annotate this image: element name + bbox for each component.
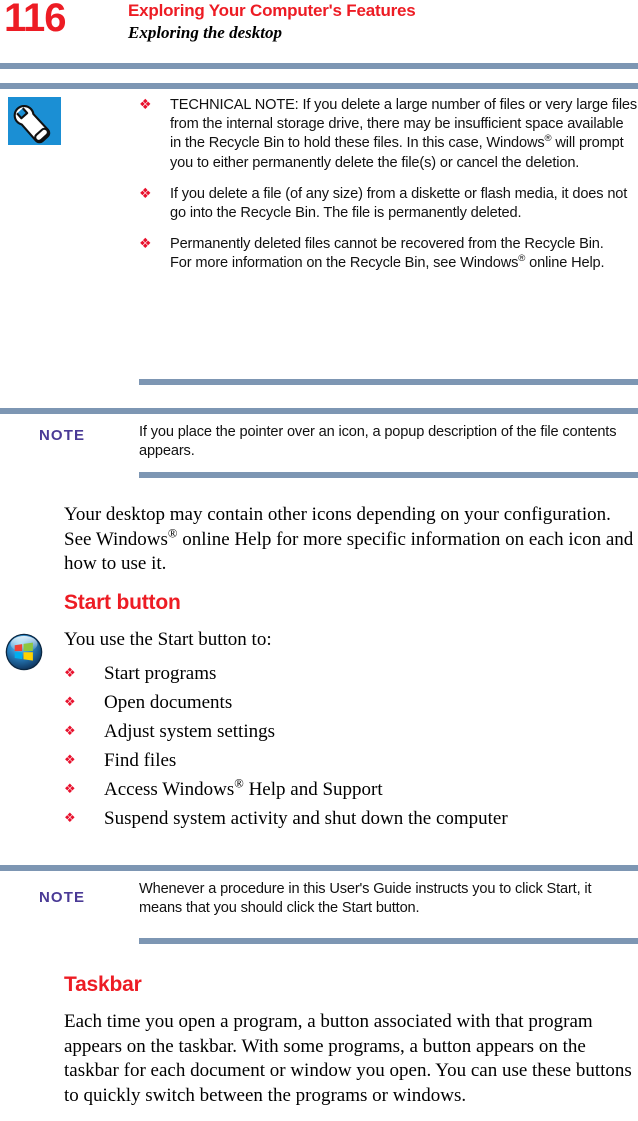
note-one-label: NOTE — [39, 427, 86, 444]
start-button-intro: You use the Start button to: — [64, 629, 272, 650]
start-button-heading: Start button — [64, 591, 181, 614]
technical-note-bullet-1-text: TECHNICAL NOTE: If you delete a large nu… — [170, 97, 638, 171]
technical-note-list: ❖ TECHNICAL NOTE: If you delete a large … — [139, 96, 638, 274]
page-header: 116 Exploring Your Computer's Features E… — [0, 0, 638, 62]
diamond-bullet-icon: ❖ — [64, 782, 76, 797]
note-one-rule-top — [0, 408, 638, 414]
technical-note-bullet-2: ❖ If you delete a file (of any size) fro… — [139, 185, 638, 223]
technical-note-rule-bottom — [139, 379, 638, 385]
start-bullet-6: ❖ Suspend system activity and shut down … — [64, 807, 638, 836]
note-two-rule-bottom — [139, 938, 638, 944]
start-bullet-6-text: Suspend system activity and shut down th… — [104, 808, 508, 829]
diamond-bullet-icon: ❖ — [64, 666, 76, 681]
technical-note-bullet-2-text: If you delete a file (of any size) from … — [170, 185, 628, 222]
note-two-text: Whenever a procedure in this User's Guid… — [139, 881, 592, 917]
diamond-bullet-icon: ❖ — [139, 97, 152, 113]
start-bullet-3-text: Adjust system settings — [104, 721, 276, 742]
page-number: 116 — [4, 0, 67, 40]
header-rule-top — [0, 63, 638, 69]
note-one-text: If you place the pointer over an icon, a… — [139, 424, 617, 460]
start-bullet-4-text: Find files — [104, 750, 177, 771]
diamond-bullet-icon: ❖ — [64, 695, 76, 710]
diamond-bullet-icon: ❖ — [64, 724, 76, 739]
technical-note-bullet-1: ❖ TECHNICAL NOTE: If you delete a large … — [139, 96, 638, 173]
note-two-rule-top — [0, 865, 638, 871]
start-bullet-5: ❖ Access Windows® Help and Support — [64, 776, 638, 807]
taskbar-heading: Taskbar — [64, 973, 142, 996]
header-titles: Exploring Your Computer's Features Explo… — [128, 0, 416, 44]
taskbar-paragraph: Each time you open a program, a button a… — [64, 1011, 632, 1106]
diamond-bullet-icon: ❖ — [64, 753, 76, 768]
chapter-title: Exploring Your Computer's Features — [128, 1, 416, 20]
technical-note-bullet-3: ❖ Permanently deleted files cannot be re… — [139, 235, 638, 273]
start-bullet-1: ❖ Start programs — [64, 662, 638, 691]
diamond-bullet-icon: ❖ — [64, 811, 76, 826]
note-two-label: NOTE — [39, 889, 86, 906]
desktop-paragraph: Your desktop may contain other icons dep… — [64, 504, 634, 574]
start-button-bullet-list: ❖ Start programs ❖ Open documents ❖ Adju… — [64, 662, 638, 836]
section-title: Exploring the desktop — [128, 23, 282, 42]
start-bullet-2-text: Open documents — [104, 692, 233, 713]
start-bullet-2: ❖ Open documents — [64, 691, 638, 720]
note-one-rule-bottom — [139, 472, 638, 478]
diamond-bullet-icon: ❖ — [139, 185, 152, 202]
header-rule-bottom — [0, 83, 638, 89]
start-bullet-4: ❖ Find files — [64, 749, 638, 778]
start-bullet-5-text: Access Windows® Help and Support — [104, 776, 383, 800]
technical-note-bullet-3-text: Permanently deleted files cannot be reco… — [170, 236, 605, 272]
start-bullet-1-text: Start programs — [104, 663, 217, 684]
wrench-icon — [8, 97, 61, 145]
start-bullet-3: ❖ Adjust system settings — [64, 720, 638, 749]
windows-start-orb-icon — [5, 633, 43, 671]
diamond-bullet-icon: ❖ — [139, 236, 152, 253]
